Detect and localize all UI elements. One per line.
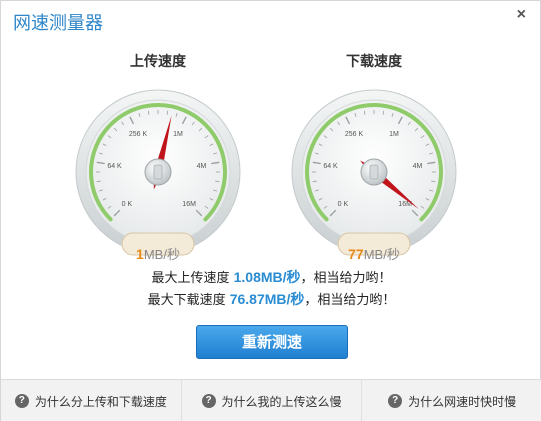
upload-gauge: 上传速度 0 K 64 K 256 K 1M 4M 16M 1MB/秒	[73, 51, 243, 262]
tick-label: 4M	[197, 163, 207, 170]
download-dial: 0 K64 K256 K 1M4M16M	[291, 89, 457, 256]
speed-summary: 最大上传速度 1.08MB/秒，相当给力哟！ 最大下载速度 76.87MB/秒，…	[1, 267, 541, 311]
tick-label: 64 K	[107, 163, 122, 170]
tick-label: 0 K	[338, 201, 349, 208]
download-summary-suffix: ，相当给力哟！	[304, 293, 396, 308]
download-gauge: 下载速度 0 K 64 K 256 K 1M 4M 16M 77MB/秒	[289, 51, 459, 262]
help-link-slow-upload[interactable]: ? 为什么我的上传这么慢	[182, 380, 363, 421]
upload-summary-value: 1.08MB/秒	[233, 269, 301, 285]
upload-dial: 0 K 64 K 256 K 1M 4M 16M	[75, 89, 241, 256]
help-link-label: 为什么分上传和下载速度	[34, 394, 167, 409]
download-summary-prefix: 最大下载速度	[147, 293, 226, 308]
speed-test-window: 网速测量器 × 上传速度 0 K 64 K 256 K 1M 4M 16M 1MB/秒 下…	[0, 0, 541, 421]
download-readout: 77MB/秒	[289, 244, 459, 263]
upload-readout-unit: MB/秒	[143, 247, 180, 262]
upload-summary-prefix: 最大上传速度	[151, 271, 230, 286]
tick-label: 1M	[173, 131, 183, 138]
upload-readout: 1MB/秒	[73, 244, 243, 263]
help-icon: ?	[388, 394, 403, 408]
tick-label: 256 K	[129, 131, 148, 138]
title-bar: 网速测量器 ×	[1, 1, 540, 37]
download-readout-unit: MB/秒	[363, 247, 400, 262]
help-link-label: 为什么网速时快时慢	[408, 394, 517, 409]
tick-label: 256 K	[345, 131, 364, 138]
help-link-unstable-speed[interactable]: ? 为什么网速时快时慢	[362, 380, 541, 421]
download-readout-value: 77	[348, 246, 364, 262]
close-icon[interactable]: ×	[517, 6, 526, 24]
download-summary-line: 最大下载速度 76.87MB/秒，相当给力哟！	[1, 289, 541, 311]
help-link-upload-download[interactable]: ? 为什么分上传和下载速度	[1, 380, 182, 421]
help-icon: ?	[201, 394, 216, 408]
tick-label: 0 K	[122, 201, 133, 208]
retest-button[interactable]: 重新测速	[196, 325, 348, 359]
window-title: 网速测量器	[13, 13, 103, 34]
help-icon: ?	[14, 394, 29, 408]
upload-summary-line: 最大上传速度 1.08MB/秒，相当给力哟！	[1, 267, 541, 289]
tick-label: 1M	[389, 131, 399, 138]
help-link-label: 为什么我的上传这么慢	[221, 394, 342, 409]
download-gauge-title: 下载速度	[346, 54, 402, 70]
upload-summary-suffix: ，相当给力哟！	[300, 271, 392, 286]
download-summary-value: 76.87MB/秒	[229, 291, 305, 307]
tick-label: 16M	[182, 201, 196, 208]
upload-gauge-title: 上传速度	[130, 54, 186, 70]
tick-label: 4M	[413, 163, 423, 170]
tick-label: 64 K	[323, 163, 338, 170]
upload-hub-cap	[153, 164, 163, 180]
footer-help-bar: ? 为什么分上传和下载速度 ? 为什么我的上传这么慢 ? 为什么网速时快时慢	[1, 379, 541, 421]
download-hub-cap	[369, 164, 379, 180]
upload-readout-value: 1	[136, 246, 144, 262]
